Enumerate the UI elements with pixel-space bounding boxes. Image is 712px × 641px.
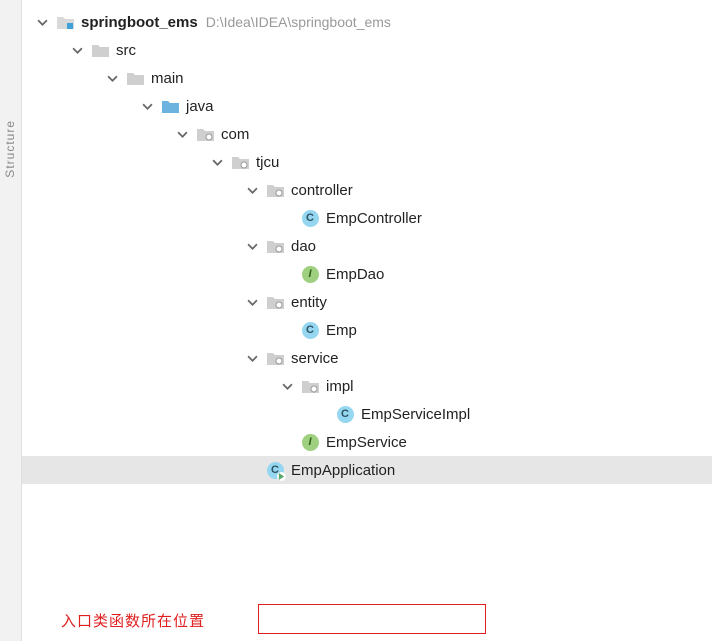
class-runnable-icon: C xyxy=(266,461,284,479)
tree-label: springboot_ems xyxy=(81,14,198,31)
tree-label: EmpServiceImpl xyxy=(361,406,470,423)
chevron-down-icon[interactable] xyxy=(34,14,50,30)
tree-row-controller[interactable]: controller xyxy=(22,176,712,204)
tree-row-emp-application[interactable]: C EmpApplication xyxy=(22,456,712,484)
tree-label: Emp xyxy=(326,322,357,339)
tree-label: controller xyxy=(291,182,353,199)
run-badge-icon xyxy=(277,472,286,481)
class-icon: C xyxy=(301,321,319,339)
package-icon xyxy=(266,238,284,254)
tree-row-dao[interactable]: dao xyxy=(22,232,712,260)
tree-path: D:\Idea\IDEA\springboot_ems xyxy=(206,14,391,30)
tree-row-main[interactable]: main xyxy=(22,64,712,92)
tree-row-emp-dao[interactable]: I EmpDao xyxy=(22,260,712,288)
chevron-down-icon[interactable] xyxy=(244,350,260,366)
tree-row-emp-service-impl[interactable]: C EmpServiceImpl xyxy=(22,400,712,428)
tree-label: entity xyxy=(291,294,327,311)
tree-row-impl[interactable]: impl xyxy=(22,372,712,400)
interface-icon: I xyxy=(301,433,319,451)
tree-row-emp-service[interactable]: I EmpService xyxy=(22,428,712,456)
folder-icon xyxy=(91,42,109,58)
tree-label: service xyxy=(291,350,339,367)
annotation-text: 入口类函数所在位置 xyxy=(61,610,205,631)
package-icon xyxy=(266,350,284,366)
package-icon xyxy=(266,182,284,198)
class-icon: C xyxy=(336,405,354,423)
tree-label: impl xyxy=(326,378,354,395)
package-icon xyxy=(231,154,249,170)
chevron-down-icon[interactable] xyxy=(244,294,260,310)
annotation-highlight-box xyxy=(258,604,486,634)
tree-label: com xyxy=(221,126,249,143)
package-icon xyxy=(266,294,284,310)
chevron-down-icon[interactable] xyxy=(174,126,190,142)
package-icon xyxy=(301,378,319,394)
tree-row-root[interactable]: springboot_ems D:\Idea\IDEA\springboot_e… xyxy=(22,8,712,36)
tree-label: src xyxy=(116,42,136,59)
tree-label: java xyxy=(186,98,214,115)
project-tree: springboot_ems D:\Idea\IDEA\springboot_e… xyxy=(22,0,712,484)
tree-label: dao xyxy=(291,238,316,255)
tree-row-tjcu[interactable]: tjcu xyxy=(22,148,712,176)
chevron-down-icon[interactable] xyxy=(279,378,295,394)
tree-label: EmpApplication xyxy=(291,462,395,479)
chevron-down-icon[interactable] xyxy=(244,182,260,198)
tree-label: EmpService xyxy=(326,434,407,451)
tree-row-java[interactable]: java xyxy=(22,92,712,120)
tree-label: main xyxy=(151,70,184,87)
structure-sidebar-label: Structure xyxy=(3,120,17,178)
chevron-down-icon[interactable] xyxy=(139,98,155,114)
chevron-down-icon[interactable] xyxy=(104,70,120,86)
chevron-down-icon[interactable] xyxy=(244,238,260,254)
tree-label: tjcu xyxy=(256,154,279,171)
tree-label: EmpController xyxy=(326,210,422,227)
module-folder-icon xyxy=(56,14,74,30)
tree-row-src[interactable]: src xyxy=(22,36,712,64)
package-icon xyxy=(196,126,214,142)
tree-row-com[interactable]: com xyxy=(22,120,712,148)
tree-row-entity[interactable]: entity xyxy=(22,288,712,316)
tree-row-service[interactable]: service xyxy=(22,344,712,372)
folder-icon xyxy=(126,70,144,86)
tree-row-emp-controller[interactable]: C EmpController xyxy=(22,204,712,232)
chevron-down-icon[interactable] xyxy=(69,42,85,58)
chevron-down-icon[interactable] xyxy=(209,154,225,170)
structure-sidebar-handle[interactable]: Structure xyxy=(0,0,22,641)
tree-row-emp[interactable]: C Emp xyxy=(22,316,712,344)
class-icon: C xyxy=(301,209,319,227)
source-folder-icon xyxy=(161,98,179,114)
interface-icon: I xyxy=(301,265,319,283)
tree-label: EmpDao xyxy=(326,266,384,283)
